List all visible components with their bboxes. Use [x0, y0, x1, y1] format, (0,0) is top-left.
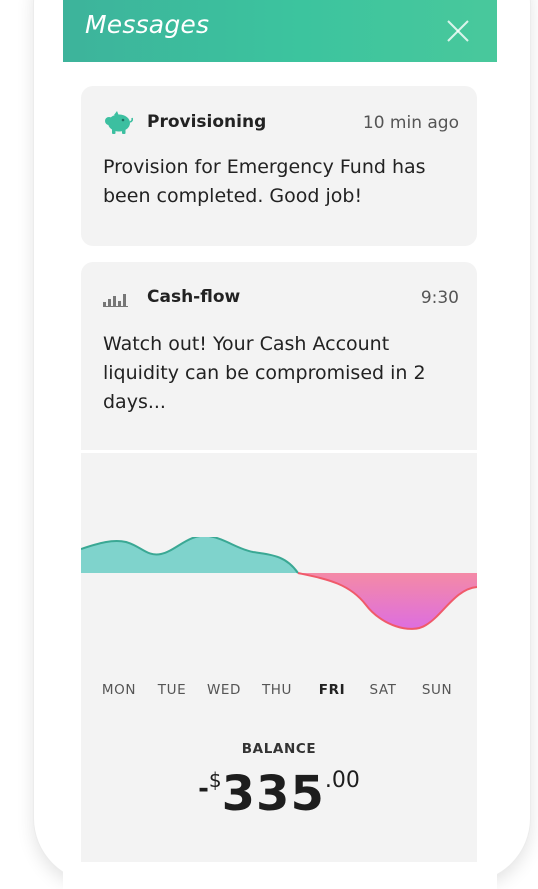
day-label-sun: SUN — [421, 682, 453, 698]
message-card-provisioning[interactable]: Provisioning 10 min ago Provision for Em… — [81, 86, 477, 246]
cash-flow-chart — [81, 537, 477, 630]
message-title: Cash-flow — [147, 287, 241, 307]
day-label-wed: WED — [206, 682, 242, 698]
message-body: Watch out! Your Cash Account liquidity c… — [103, 333, 426, 413]
message-card-cash-flow[interactable]: Cash-flow 9:30 Watch out! Your Cash Acco… — [81, 262, 477, 862]
message-body: Provision for Emergency Fund has been co… — [103, 156, 426, 207]
day-label-tue: TUE — [157, 682, 187, 698]
message-title: Provisioning — [147, 112, 267, 132]
messages-screen: Messages Provisioning 10 min ago Provisi… — [63, 0, 497, 889]
balance-amount: -$335.00 — [81, 766, 477, 822]
day-label-sat: SAT — [369, 682, 397, 698]
day-label-mon: MON — [101, 682, 137, 698]
balance-sign: - — [198, 774, 209, 804]
negative-balance-area — [298, 573, 477, 629]
piggy-bank-icon — [105, 111, 133, 134]
day-label-thu: THU — [261, 682, 293, 698]
card-divider — [81, 450, 477, 453]
message-time: 9:30 — [420, 288, 459, 308]
header-title: Messages — [85, 10, 210, 39]
close-icon[interactable] — [445, 18, 471, 44]
balance-label: BALANCE — [241, 741, 317, 757]
bar-chart-icon — [103, 294, 128, 307]
balance-integer: 335 — [221, 766, 325, 822]
messages-header: Messages — [63, 0, 497, 62]
balance-currency: $ — [208, 768, 222, 792]
balance-cents: .00 — [324, 768, 360, 793]
message-time: 10 min ago — [362, 113, 459, 133]
weekday-labels: MON TUE WED THU FRI SAT SUN — [81, 682, 477, 702]
